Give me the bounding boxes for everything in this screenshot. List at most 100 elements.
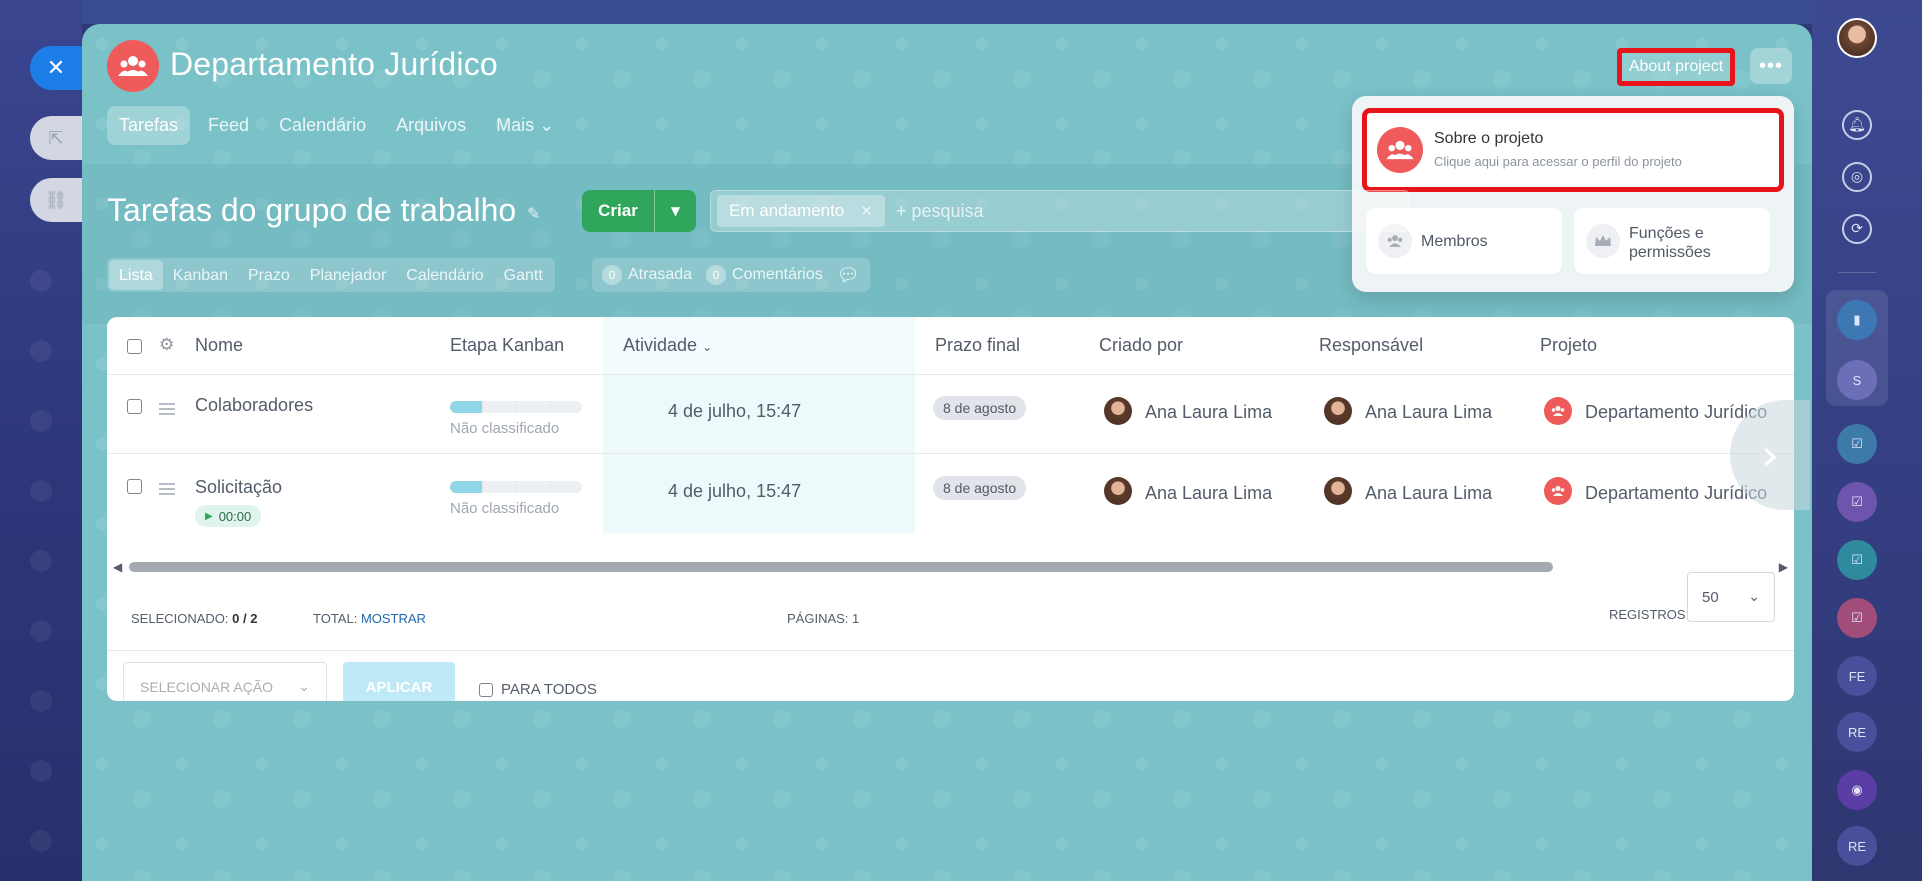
- task-button[interactable]: ☑: [1837, 424, 1877, 464]
- apply-label: Aplicar: [365, 678, 433, 696]
- task-button[interactable]: ☑: [1837, 482, 1877, 522]
- overdue-counter[interactable]: 0 Atrasada: [602, 265, 692, 285]
- more-options-button[interactable]: •••: [1750, 48, 1792, 84]
- creator-name[interactable]: Ana Laura Lima: [1145, 402, 1272, 423]
- responsible-avatar[interactable]: [1324, 397, 1352, 425]
- drag-handle-icon[interactable]: [159, 483, 175, 498]
- comments-counter[interactable]: 0 Comentários: [706, 265, 823, 285]
- roles-permissions-item[interactable]: Funções e permissões: [1574, 208, 1770, 274]
- view-list[interactable]: Lista: [109, 260, 163, 290]
- scroll-right-icon[interactable]: ▶: [1779, 560, 1788, 574]
- search-input[interactable]: + pesquisa: [896, 201, 984, 222]
- about-project-button[interactable]: About project: [1617, 48, 1735, 86]
- for-all-checkbox[interactable]: [479, 682, 493, 697]
- close-slider-button[interactable]: ✕: [30, 46, 82, 90]
- chevron-down-icon: ⌄: [298, 679, 310, 695]
- project-name[interactable]: Departamento Jurídico: [1585, 402, 1767, 423]
- create-label[interactable]: Criar: [582, 190, 654, 232]
- kanban-stage-bar[interactable]: [450, 401, 582, 413]
- deadline-badge[interactable]: 8 de agosto: [933, 476, 1027, 500]
- tab-arquivos[interactable]: Arquivos: [384, 106, 478, 145]
- faint-icon: [30, 270, 52, 292]
- chevron-down-icon[interactable]: ▼: [654, 190, 696, 232]
- select-all-checkbox[interactable]: [127, 339, 142, 354]
- header-kanban[interactable]: Etapa Kanban: [450, 335, 564, 356]
- footer-divider: [107, 650, 1794, 651]
- notifications-button[interactable]: 🔔︎: [1842, 110, 1872, 140]
- header-responsible[interactable]: Responsável: [1319, 335, 1423, 356]
- task-button[interactable]: ☑: [1837, 598, 1877, 638]
- view-gantt[interactable]: Gantt: [494, 260, 553, 290]
- header-deadline[interactable]: Prazo final: [935, 335, 1020, 356]
- comments-label: Comentários: [732, 266, 823, 283]
- responsible-name[interactable]: Ana Laura Lima: [1365, 402, 1492, 423]
- faint-icon: [30, 550, 52, 572]
- task-button[interactable]: ☑: [1837, 540, 1877, 580]
- header-activity-label: Atividade: [623, 335, 698, 355]
- bookmark-button[interactable]: ▮: [1837, 300, 1877, 340]
- chat-s-button[interactable]: S: [1837, 360, 1877, 400]
- view-planner[interactable]: Planejador: [300, 260, 397, 290]
- chat-re-button[interactable]: RE: [1837, 712, 1877, 752]
- link-icon: ⛓: [44, 189, 68, 211]
- page-title: Tarefas do grupo de trabalho: [107, 192, 517, 228]
- deadline-badge[interactable]: 8 de agosto: [933, 396, 1027, 420]
- horizontal-scrollbar[interactable]: ◀ ▶: [113, 560, 1788, 574]
- creator-avatar[interactable]: [1104, 477, 1132, 505]
- creator-name[interactable]: Ana Laura Lima: [1145, 483, 1272, 504]
- pin-icon[interactable]: ✎: [527, 204, 540, 223]
- tab-mais[interactable]: Mais ⌄: [484, 106, 566, 145]
- support-icon: ◉: [1851, 782, 1863, 797]
- show-total-link[interactable]: Mostrar: [361, 611, 426, 626]
- row-checkbox[interactable]: [127, 479, 142, 494]
- header-name[interactable]: Nome: [195, 335, 243, 356]
- scrollbar-thumb[interactable]: [129, 562, 1553, 572]
- kanban-stage-bar[interactable]: [450, 481, 582, 493]
- header-activity[interactable]: Atividade ⌄: [623, 335, 712, 356]
- user-avatar[interactable]: [1837, 18, 1877, 58]
- create-button[interactable]: Criar ▼: [582, 190, 696, 232]
- chat-re-button[interactable]: RE: [1837, 826, 1877, 866]
- about-project-item[interactable]: Sobre o projeto Clique aqui para acessar…: [1362, 108, 1784, 192]
- tab-calendario[interactable]: Calendário: [267, 106, 378, 145]
- task-name-link[interactable]: Colaboradores: [195, 395, 313, 416]
- responsible-avatar[interactable]: [1324, 477, 1352, 505]
- filter-chip[interactable]: Em andamento ✕: [717, 195, 885, 227]
- tab-feed[interactable]: Feed: [196, 106, 261, 145]
- tab-tarefas[interactable]: Tarefas: [107, 106, 191, 145]
- target-icon: ◎: [1850, 169, 1864, 185]
- target-button[interactable]: ◎: [1842, 162, 1872, 192]
- checkbox-icon: ☑: [1851, 610, 1863, 625]
- chat-initials: S: [1852, 372, 1862, 388]
- sync-button[interactable]: ⟳: [1842, 214, 1872, 244]
- header-created-by[interactable]: Criado por: [1099, 335, 1183, 356]
- support-button[interactable]: ◉: [1837, 770, 1877, 810]
- open-new-window-button[interactable]: ⇱: [30, 116, 82, 160]
- group-icon: [1386, 140, 1414, 160]
- header-project[interactable]: Projeto: [1540, 335, 1597, 356]
- drag-handle-icon[interactable]: [159, 403, 175, 418]
- selected-count: Selecionado: 0 / 2: [131, 611, 257, 626]
- view-kanban[interactable]: Kanban: [163, 260, 238, 290]
- records-per-page-select[interactable]: 50 ⌄: [1687, 572, 1775, 622]
- filter-search-bar[interactable]: Em andamento ✕ + pesquisa: [710, 190, 1410, 232]
- apply-button[interactable]: Aplicar: [343, 662, 455, 701]
- remove-filter-icon[interactable]: ✕: [860, 202, 873, 220]
- checkbox-icon: ☑: [1851, 436, 1863, 451]
- creator-avatar[interactable]: [1104, 397, 1132, 425]
- task-name-link[interactable]: Solicitação: [195, 477, 282, 498]
- view-calendar[interactable]: Calendário: [396, 260, 493, 290]
- read-all-comments-icon[interactable]: 💬︎: [837, 265, 860, 286]
- copy-link-button[interactable]: ⛓: [30, 178, 82, 222]
- row-checkbox[interactable]: [127, 399, 142, 414]
- gear-icon[interactable]: ⚙: [159, 335, 174, 355]
- view-deadline[interactable]: Prazo: [238, 260, 300, 290]
- selected-label: Selecionado:: [131, 611, 229, 626]
- scroll-left-icon[interactable]: ◀: [113, 560, 122, 574]
- time-tracker[interactable]: ▶ 00:00: [195, 505, 262, 527]
- chat-fe-button[interactable]: FE: [1837, 656, 1877, 696]
- responsible-name[interactable]: Ana Laura Lima: [1365, 483, 1492, 504]
- action-select[interactable]: Selecionar ação ⌄: [123, 662, 327, 701]
- for-all-option[interactable]: Para todos: [479, 681, 597, 698]
- right-bar-separator: [1838, 272, 1876, 273]
